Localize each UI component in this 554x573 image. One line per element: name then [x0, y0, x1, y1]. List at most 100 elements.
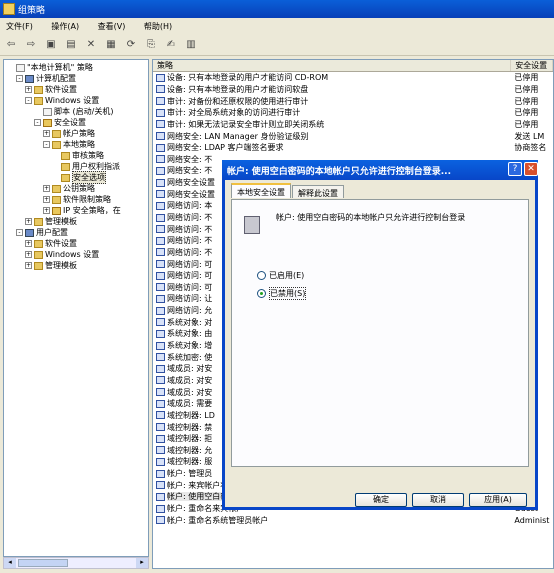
- ok-button[interactable]: 确定: [355, 493, 407, 507]
- policy-setting-icon: [156, 283, 165, 292]
- tree-node[interactable]: + Windows 设置: [4, 249, 148, 260]
- collapse-icon[interactable]: -: [16, 229, 23, 236]
- help-book-icon[interactable]: ✍: [164, 38, 178, 52]
- table-row[interactable]: 网络安全: LDAP 客户端签名要求 协商签名: [153, 142, 553, 154]
- policy-setting-icon: [156, 248, 165, 257]
- table-row[interactable]: 审计: 如果无法记录安全审计则立即关闭系统 已停用: [153, 119, 553, 131]
- tab-explain[interactable]: 解释此设置: [292, 185, 344, 198]
- computer-policy-icon: [244, 216, 260, 234]
- tree-node[interactable]: - 计算机配置: [4, 73, 148, 84]
- export-list-icon[interactable]: ⎘: [144, 38, 158, 52]
- expand-icon[interactable]: +: [25, 86, 32, 93]
- expand-icon[interactable]: +: [43, 207, 50, 214]
- cancel-button[interactable]: 取消: [412, 493, 464, 507]
- policy-name: 网络访问: 不: [167, 236, 213, 246]
- policy-setting-value: 协商签名: [514, 143, 547, 153]
- menu-action[interactable]: 操作(A): [51, 22, 79, 31]
- policy-name: 设备: 只有本地登录的用户才能访问 CD-ROM: [167, 73, 329, 83]
- policy-name: 网络访问: 本: [167, 201, 213, 211]
- scroll-right-icon[interactable]: ▸: [136, 558, 148, 568]
- tree-node-label: 本地策略: [63, 140, 95, 149]
- tree-node[interactable]: "本地计算机" 策略: [4, 62, 148, 73]
- menu-view[interactable]: 查看(V): [98, 22, 126, 31]
- policy-name: 域控制器: 拒: [167, 434, 213, 444]
- collapse-icon[interactable]: -: [25, 97, 32, 104]
- policy-setting-icon: [156, 108, 165, 117]
- policy-name: 系统对象: 增: [167, 341, 213, 351]
- tree-node[interactable]: + 软件限制策略: [4, 194, 148, 205]
- table-row[interactable]: 帐户: 重命名系统管理员帐户 Administ: [153, 514, 553, 526]
- disabled-radio-label: 已禁用(S): [269, 287, 307, 300]
- policy-name: 域成员: 对安: [167, 375, 213, 385]
- policy-setting-icon: [156, 260, 165, 269]
- tree-node[interactable]: - 本地策略: [4, 139, 148, 150]
- policy-setting-icon: [156, 73, 165, 82]
- help-icon[interactable]: ?: [508, 162, 522, 176]
- policy-name: 网络访问: 可: [167, 282, 213, 292]
- tree-node[interactable]: + IP 安全策略，在: [4, 205, 148, 216]
- folder-icon: [52, 184, 61, 193]
- up-folder-icon[interactable]: ▣: [44, 38, 58, 52]
- properties-icon[interactable]: ▦: [104, 38, 118, 52]
- collapse-icon[interactable]: -: [34, 119, 41, 126]
- tree-node-label: 管理模板: [45, 217, 77, 226]
- expand-icon[interactable]: +: [25, 240, 32, 247]
- menu-file[interactable]: 文件(F): [6, 22, 33, 31]
- expand-icon[interactable]: +: [43, 185, 50, 192]
- folder-icon: [34, 217, 43, 226]
- expand-icon[interactable]: +: [25, 218, 32, 225]
- tree-node[interactable]: - Windows 设置: [4, 95, 148, 106]
- toolbar: ⇦ ⇨ ▣ ▤ ✕ ▦ ⟳ ⎘ ✍ ▥: [0, 34, 554, 56]
- column-header-setting[interactable]: 安全设置: [511, 60, 553, 71]
- policy-setting-icon: [156, 376, 165, 385]
- view-icon[interactable]: ▥: [184, 38, 198, 52]
- tree-node[interactable]: 安全选项: [4, 171, 148, 184]
- table-row[interactable]: 设备: 只有本地登录的用户才能访问软盘 已停用: [153, 84, 553, 96]
- enabled-radio-circle[interactable]: [257, 271, 266, 280]
- policy-setting-icon: [156, 155, 165, 164]
- tree-node[interactable]: 脚本 (启动/关机): [4, 106, 148, 117]
- tree-node[interactable]: + 管理模板: [4, 216, 148, 227]
- collapse-icon[interactable]: -: [43, 141, 50, 148]
- back-arrow-icon[interactable]: ⇦: [4, 38, 18, 52]
- disabled-radio[interactable]: 已禁用(S): [257, 287, 307, 300]
- policy-setting-value: 发送 LM: [514, 131, 545, 141]
- policy-setting-value: 已停用: [514, 73, 539, 83]
- expand-icon[interactable]: +: [43, 130, 50, 137]
- tab-local-security-setting[interactable]: 本地安全设置: [231, 183, 291, 198]
- policy-setting-icon: [156, 411, 165, 420]
- column-header-policy[interactable]: 策略: [153, 60, 512, 71]
- tree-node-label: Windows 设置: [45, 96, 100, 105]
- tree-node[interactable]: + 软件设置: [4, 84, 148, 95]
- tree-node[interactable]: - 用户配置: [4, 227, 148, 238]
- expand-icon[interactable]: +: [25, 262, 32, 269]
- scroll-left-icon[interactable]: ◂: [4, 558, 16, 568]
- tree-node[interactable]: 审核策略: [4, 150, 148, 161]
- forward-arrow-icon[interactable]: ⇨: [24, 38, 38, 52]
- tree-horizontal-scrollbar[interactable]: ◂ ▸: [3, 557, 149, 569]
- tree-node[interactable]: + 管理模板: [4, 260, 148, 271]
- table-row[interactable]: 审计: 对全局系统对象的访问进行审计 已停用: [153, 107, 553, 119]
- table-row[interactable]: 设备: 只有本地登录的用户才能访问 CD-ROM 已停用: [153, 72, 553, 84]
- scroll-thumb[interactable]: [18, 559, 68, 567]
- expand-icon[interactable]: +: [43, 196, 50, 203]
- menu-help[interactable]: 帮助(H): [144, 22, 172, 31]
- table-row[interactable]: 审计: 对备份和还原权限的使用进行审计 已停用: [153, 95, 553, 107]
- expand-icon[interactable]: +: [25, 251, 32, 258]
- policy-setting-value: Administ: [514, 515, 550, 525]
- policy-doc-icon: [16, 63, 25, 72]
- refresh-icon[interactable]: ⟳: [124, 38, 138, 52]
- tree-node[interactable]: - 安全设置: [4, 117, 148, 128]
- show-tree-icon[interactable]: ▤: [64, 38, 78, 52]
- delete-x-icon[interactable]: ✕: [84, 38, 98, 52]
- close-icon[interactable]: ✕: [524, 162, 538, 176]
- tree-node[interactable]: + 软件设置: [4, 238, 148, 249]
- enabled-radio[interactable]: 已启用(E): [257, 270, 304, 281]
- tree-node[interactable]: + 帐户策略: [4, 128, 148, 139]
- disabled-radio-circle[interactable]: [257, 289, 266, 298]
- collapse-icon[interactable]: -: [16, 75, 23, 82]
- apply-button[interactable]: 应用(A): [469, 493, 527, 507]
- tree-node[interactable]: + 公钥策略: [4, 183, 148, 194]
- folder-icon: [34, 96, 43, 105]
- table-row[interactable]: 网络安全: LAN Manager 身份验证级别 发送 LM: [153, 130, 553, 142]
